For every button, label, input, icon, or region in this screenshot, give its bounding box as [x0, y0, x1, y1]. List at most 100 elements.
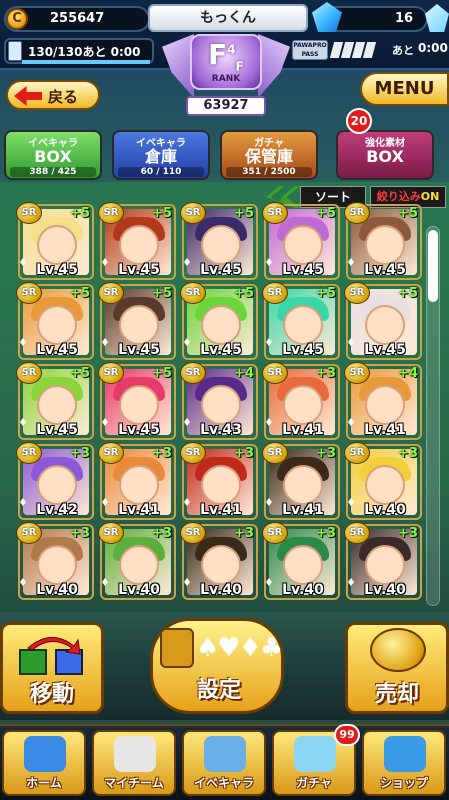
character-card[interactable]: SR +3 Lv.41: [262, 442, 340, 520]
character-card[interactable]: SR +3 Lv.40: [344, 442, 422, 520]
tab-gacha-storage[interactable]: ガチャ 保管庫 351 / 2500: [220, 130, 318, 180]
character-face: [201, 465, 241, 505]
sr-rarity-badge: SR: [16, 442, 42, 464]
rank-label: RANK: [211, 74, 241, 84]
character-card[interactable]: SR +5 Lv.45: [16, 202, 94, 280]
nav-event-chara[interactable]: イベキャラ: [182, 730, 266, 796]
stamina-icon: [8, 41, 22, 61]
character-face: [283, 465, 323, 505]
character-card[interactable]: SR +3 Lv.41: [262, 362, 340, 440]
back-label: 戻る: [48, 88, 79, 106]
character-face: [283, 385, 323, 425]
character-card[interactable]: SR +5 Lv.45: [262, 202, 340, 280]
card-level: Lv.45: [118, 422, 160, 438]
nav-home[interactable]: ホーム: [2, 730, 86, 796]
character-card[interactable]: SR +5 Lv.45: [98, 362, 176, 440]
sr-rarity-badge: SR: [98, 442, 124, 464]
card-level: Lv.45: [36, 422, 78, 438]
rank-letter: F4F: [208, 38, 244, 74]
character-card[interactable]: SR +4 Lv.41: [344, 362, 422, 440]
move-label: 移動: [29, 682, 74, 707]
tab-enhance-box[interactable]: 強化素材 BOX: [336, 130, 434, 180]
character-face: [365, 545, 405, 585]
character-face: [201, 385, 241, 425]
character-card[interactable]: SR +5 Lv.45: [16, 282, 94, 360]
sr-rarity-badge: SR: [98, 202, 124, 224]
character-face: [119, 545, 159, 585]
card-level: Lv.45: [118, 262, 160, 278]
character-card[interactable]: SR +5 Lv.45: [344, 282, 422, 360]
character-card[interactable]: SR +3 Lv.41: [98, 442, 176, 520]
stamina-bar: [22, 60, 150, 64]
character-card[interactable]: SR +3 Lv.40: [262, 522, 340, 600]
sr-rarity-badge: SR: [16, 522, 42, 544]
home-icon: [24, 736, 66, 772]
menu-button[interactable]: MENU: [360, 72, 449, 106]
sr-rarity-badge: SR: [344, 282, 370, 304]
character-card[interactable]: SR +5 Lv.45: [262, 282, 340, 360]
card-level: Lv.40: [200, 582, 242, 598]
gacha-count-badge: 99: [334, 724, 360, 746]
character-card[interactable]: SR +3 Lv.40: [344, 522, 422, 600]
character-card[interactable]: SR +5 Lv.45: [180, 202, 258, 280]
card-plus-value: +5: [398, 286, 418, 301]
character-face: [119, 465, 159, 505]
character-card[interactable]: SR +3 Lv.40: [180, 522, 258, 600]
sr-rarity-badge: SR: [262, 282, 288, 304]
nav-shop[interactable]: ショップ: [362, 730, 446, 796]
nav-label: イベキャラ: [193, 776, 254, 790]
event-chara-icon: [204, 736, 246, 772]
gem-value: 16: [395, 11, 414, 26]
card-level: Lv.45: [282, 342, 324, 358]
card-level: Lv.41: [282, 502, 324, 518]
player-name[interactable]: もっくん: [148, 4, 308, 32]
tab-count: 351 / 2500: [226, 167, 312, 177]
character-card[interactable]: SR +3 Lv.40: [98, 522, 176, 600]
card-plus-value: +3: [152, 446, 172, 461]
team-icon: [114, 736, 156, 772]
card-plus-value: +3: [316, 446, 336, 461]
coins-icon: [370, 628, 426, 672]
card-level: Lv.45: [200, 342, 242, 358]
card-level: Lv.40: [282, 582, 324, 598]
card-plus-value: +5: [234, 286, 254, 301]
nav-my-team[interactable]: マイチーム: [92, 730, 176, 796]
stamina-text: 130/130あと 0:00: [28, 45, 141, 59]
character-face: [37, 305, 77, 345]
card-suits-icon: ♠♥♦♣: [196, 633, 283, 663]
card-plus-value: +5: [316, 286, 336, 301]
card-level: Lv.40: [364, 502, 406, 518]
move-boxes-icon: [19, 637, 83, 675]
character-face: [283, 225, 323, 265]
character-card[interactable]: SR +5 Lv.45: [16, 362, 94, 440]
scrollbar-thumb[interactable]: [428, 230, 438, 302]
shop-icon: [384, 736, 426, 772]
character-card[interactable]: SR +3 Lv.42: [16, 442, 94, 520]
character-card[interactable]: SR +5 Lv.45: [98, 282, 176, 360]
card-plus-value: +3: [398, 446, 418, 461]
sr-rarity-badge: SR: [98, 362, 124, 384]
tab-title: BOX: [366, 147, 404, 166]
character-face: [119, 305, 159, 345]
character-card[interactable]: SR +5 Lv.45: [344, 202, 422, 280]
card-level: Lv.45: [200, 262, 242, 278]
nav-label: マイチーム: [104, 776, 164, 790]
settings-label: 設定: [196, 678, 241, 703]
sr-rarity-badge: SR: [344, 362, 370, 384]
tab-event-box[interactable]: イベキャラ BOX 388 / 425: [4, 130, 102, 180]
tab-event-depot[interactable]: イベキャラ 倉庫 60 / 110: [112, 130, 210, 180]
character-card[interactable]: SR +4 Lv.43: [180, 362, 258, 440]
card-level: Lv.40: [118, 582, 160, 598]
character-card[interactable]: SR +3 Lv.40: [16, 522, 94, 600]
character-face: [37, 385, 77, 425]
character-card[interactable]: SR +5 Lv.45: [98, 202, 176, 280]
character-card[interactable]: SR +3 Lv.41: [180, 442, 258, 520]
card-plus-value: +3: [152, 526, 172, 541]
pass-ticket-icon[interactable]: PAWAPRO PASS: [292, 40, 328, 60]
character-card[interactable]: SR +5 Lv.45: [180, 282, 258, 360]
lock-icon: [160, 628, 194, 668]
card-plus-value: +5: [70, 366, 90, 381]
card-plus-value: +3: [316, 366, 336, 381]
character-face: [283, 545, 323, 585]
character-face: [119, 225, 159, 265]
